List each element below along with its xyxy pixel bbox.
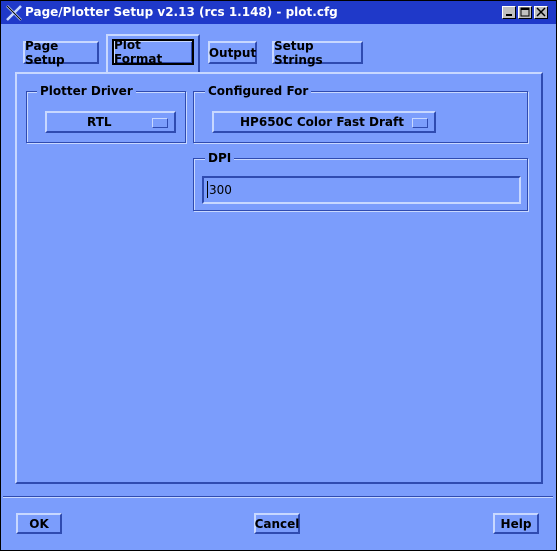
- cancel-button[interactable]: Cancel: [254, 513, 300, 534]
- help-button[interactable]: Help: [493, 513, 539, 534]
- maximize-icon: [520, 7, 530, 17]
- x-window-icon[interactable]: [5, 4, 23, 22]
- ok-button[interactable]: OK: [16, 513, 62, 534]
- close-button[interactable]: [534, 6, 548, 19]
- minimize-button[interactable]: [502, 6, 516, 19]
- plotter-driver-value: RTL: [87, 115, 112, 129]
- dpi-label: DPI: [205, 151, 235, 165]
- option-menu-indicator-icon: [152, 118, 168, 128]
- plotter-driver-select[interactable]: RTL: [45, 111, 176, 133]
- tab-page-setup[interactable]: Page Setup: [23, 39, 99, 67]
- window-title: Page/Plotter Setup v2.13 (rcs 1.148) - p…: [25, 5, 338, 19]
- plotter-driver-label: Plotter Driver: [37, 84, 136, 98]
- maximize-button[interactable]: [518, 6, 532, 19]
- configured-for-value: HP650C Color Fast Draft: [240, 115, 404, 129]
- tab-plot-format[interactable]: Plot Format: [112, 38, 194, 66]
- separator: [3, 496, 553, 498]
- configured-for-label: Configured For: [205, 84, 312, 98]
- minimize-icon: [506, 14, 512, 16]
- dpi-input[interactable]: [202, 176, 521, 204]
- close-icon: [536, 7, 546, 17]
- option-menu-indicator-icon: [412, 118, 428, 128]
- title-bar[interactable]: Page/Plotter Setup v2.13 (rcs 1.148) - p…: [1, 1, 556, 24]
- tab-output[interactable]: Output: [208, 41, 257, 64]
- tab-setup-strings[interactable]: Setup Strings: [272, 39, 363, 67]
- configured-for-select[interactable]: HP650C Color Fast Draft: [212, 111, 436, 133]
- text-caret: [207, 181, 208, 198]
